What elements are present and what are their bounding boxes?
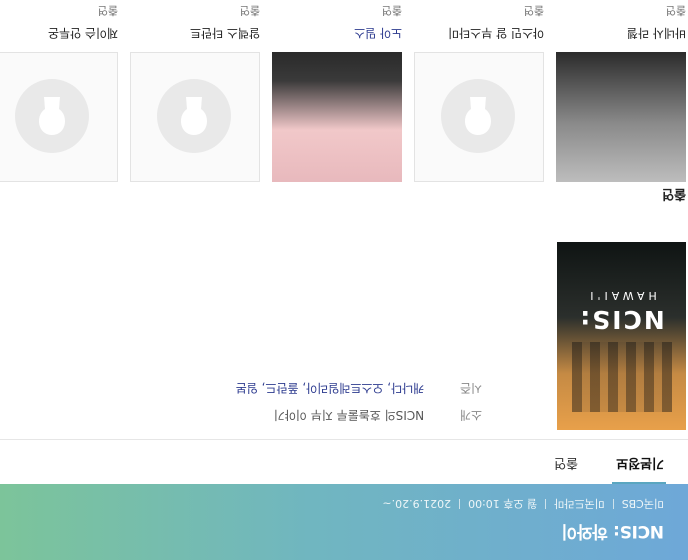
cast-item[interactable]: 야스민 알 부스타미 출연 — [414, 3, 544, 182]
tab-bar: 기본정보 출연 — [0, 439, 688, 484]
info-row-intro: 소개 NCIS의 호놀룰루 지부 이야기 — [236, 401, 482, 428]
page-root: NCIS: 하와이 미국CBS 미국드라마 월 오후 10:00 2021.9.20.… — [0, 0, 688, 560]
tab-basic-info[interactable]: 기본정보 — [616, 440, 664, 484]
meta-network: 미국CBS — [621, 497, 664, 510]
cast-item[interactable]: 제이슨 안투온 출연 — [0, 3, 118, 182]
meta-schedule: 월 오후 10:00 — [468, 497, 538, 510]
cast-name: 바네사 라첼 — [626, 26, 686, 40]
program-title: NCIS: 하와이 — [561, 521, 664, 541]
cast-role: 출연 — [381, 4, 402, 17]
cast-item[interactable]: 바네사 라첼 출연 — [556, 3, 686, 182]
person-placeholder-icon — [15, 79, 89, 153]
info-label: 소개 — [459, 408, 482, 422]
cast-photo-placeholder — [0, 52, 118, 182]
cast-role: 출연 — [97, 4, 118, 17]
person-placeholder-icon — [441, 79, 515, 153]
cast-photo — [556, 52, 686, 182]
meta-divider — [545, 499, 547, 509]
meta-date: 2021.9.20.~ — [382, 497, 452, 510]
cast-name: 제이슨 안투온 — [47, 26, 118, 40]
cast-item[interactable]: 노아 밀스 출연 — [272, 3, 402, 182]
poster-artwork — [572, 342, 672, 412]
cast-photo-placeholder — [414, 52, 544, 182]
info-row-season: 시즌 캐나다, 오스트레일리아, 폴란드, 일본 — [236, 374, 482, 401]
cast-name: 알렉스 타란트 — [189, 26, 260, 40]
info-value: NCIS의 호놀룰루 지부 이야기 — [273, 408, 425, 422]
cast-role: 출연 — [523, 4, 544, 17]
cast-list: 바네사 라첼 출연 야스민 알 부스타미 출연 노아 밀스 출연 알렉스 타란트 — [0, 0, 688, 182]
meta-divider — [459, 499, 461, 509]
cast-photo-placeholder — [130, 52, 260, 182]
meta-divider — [612, 499, 614, 509]
poster-logo-sub: HAWAI'I — [586, 289, 657, 302]
cast-role: 출연 — [239, 4, 260, 17]
meta-genre: 미국드라마 — [554, 497, 605, 510]
cast-name[interactable]: 노아 밀스 — [272, 25, 402, 42]
person-placeholder-icon — [157, 79, 231, 153]
cast-role: 출연 — [665, 4, 686, 17]
cast-photo — [272, 52, 402, 182]
program-poster[interactable]: NCIS: HAWAI'I — [557, 242, 686, 430]
info-label: 시즌 — [459, 381, 482, 395]
cast-name: 야스민 알 부스타미 — [448, 26, 544, 40]
poster-logo: NCIS: — [578, 305, 665, 334]
program-header: NCIS: 하와이 미국CBS 미국드라마 월 오후 10:00 2021.9.20.… — [0, 484, 688, 560]
info-list: 소개 NCIS의 호놀룰루 지부 이야기 시즌 캐나다, 오스트레일리아, 폴란… — [236, 374, 482, 442]
tab-cast[interactable]: 출연 — [554, 440, 578, 484]
info-value-links[interactable]: 캐나다, 오스트레일리아, 폴란드, 일본 — [236, 381, 425, 395]
cast-item[interactable]: 알렉스 타란트 출연 — [130, 3, 260, 182]
program-meta: 미국CBS 미국드라마 월 오후 10:00 2021.9.20.~ — [382, 496, 664, 512]
cast-section-title: 출연 — [662, 186, 686, 201]
